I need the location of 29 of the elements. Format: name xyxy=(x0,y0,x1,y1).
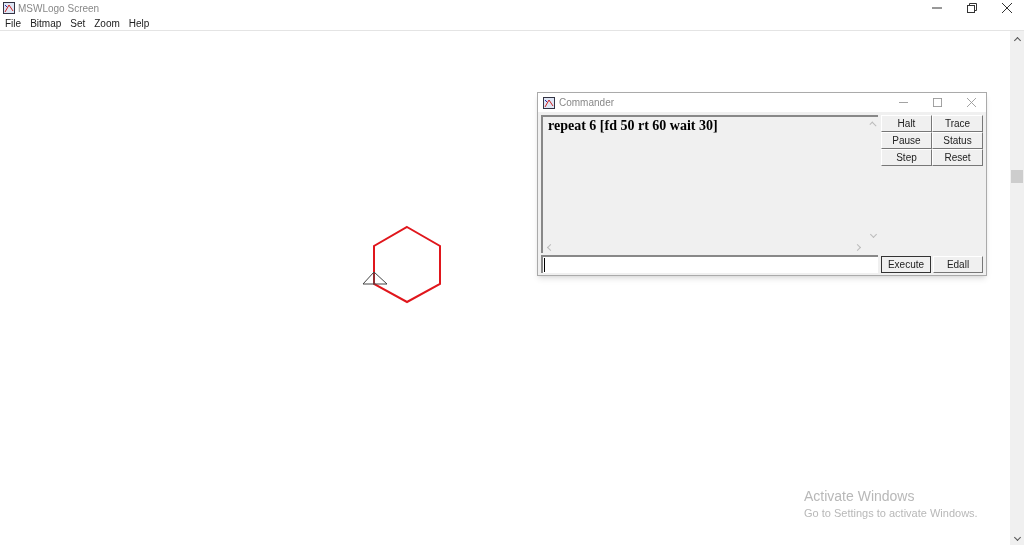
command-button[interactable]: Halt xyxy=(881,115,932,132)
command-input[interactable] xyxy=(541,255,878,273)
edall-button[interactable]: Edall xyxy=(933,256,983,273)
history-box[interactable]: repeat 6 [fd 50 rt 60 wait 30] xyxy=(541,115,878,253)
turtle-icon xyxy=(362,271,388,285)
command-button[interactable]: Step xyxy=(881,149,932,166)
menu-item[interactable]: Zoom xyxy=(94,15,120,31)
scrollbar-thumb[interactable] xyxy=(1011,170,1023,183)
command-button[interactable]: Status xyxy=(932,132,983,149)
restore-icon[interactable] xyxy=(967,3,977,13)
activation-message: Go to Settings to activate Windows. xyxy=(804,506,978,521)
command-button[interactable]: Trace xyxy=(932,115,983,132)
maximize-icon[interactable] xyxy=(933,98,942,107)
menu-item[interactable]: Set xyxy=(70,15,86,31)
menu-item[interactable]: File xyxy=(5,15,22,31)
execute-button[interactable]: Execute xyxy=(881,256,931,273)
commander-title: Commander xyxy=(559,96,615,110)
vertical-scrollbar[interactable] xyxy=(1010,31,1024,545)
close-icon[interactable] xyxy=(1002,3,1012,13)
app-logo-icon xyxy=(3,2,15,14)
app-logo-icon xyxy=(543,96,555,109)
command-button[interactable]: Reset xyxy=(932,149,983,166)
command-button[interactable]: Pause xyxy=(881,132,932,149)
text-cursor-icon xyxy=(544,258,545,272)
menu-item[interactable]: Help xyxy=(128,15,150,31)
window-title: MSWLogo Screen xyxy=(18,1,100,16)
history-text: repeat 6 [fd 50 rt 60 wait 30] xyxy=(547,117,719,135)
activation-title: Activate Windows xyxy=(804,487,916,505)
menu-item[interactable]: Bitmap xyxy=(30,15,62,31)
